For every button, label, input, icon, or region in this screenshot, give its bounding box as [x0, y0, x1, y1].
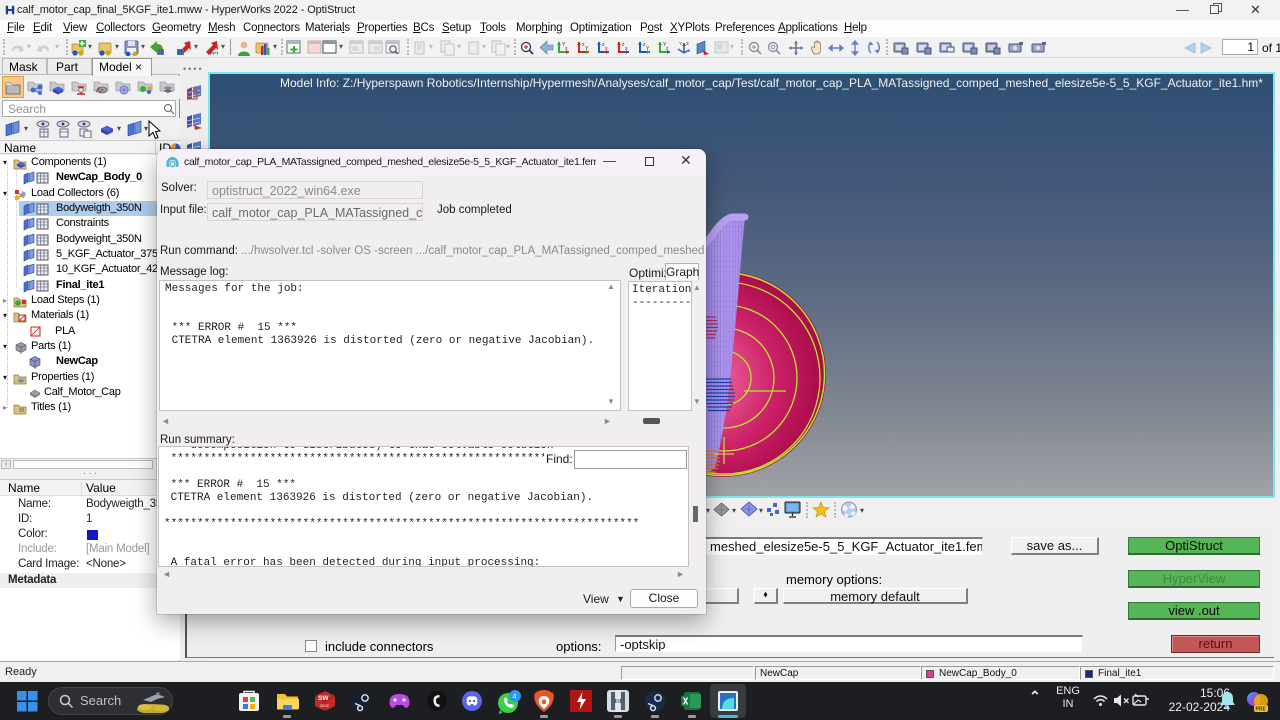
svg-text:SW: SW: [318, 695, 329, 702]
svg-text:Y: Y: [679, 41, 682, 46]
svg-text:x: x: [688, 48, 691, 53]
svg-text:4: 4: [513, 694, 517, 701]
svg-text:PRE: PRE: [1256, 707, 1267, 713]
svg-text:2022: 2022: [320, 703, 330, 708]
svg-text:PPT: PPT: [210, 51, 219, 56]
svg-text:Z: Z: [686, 41, 689, 46]
